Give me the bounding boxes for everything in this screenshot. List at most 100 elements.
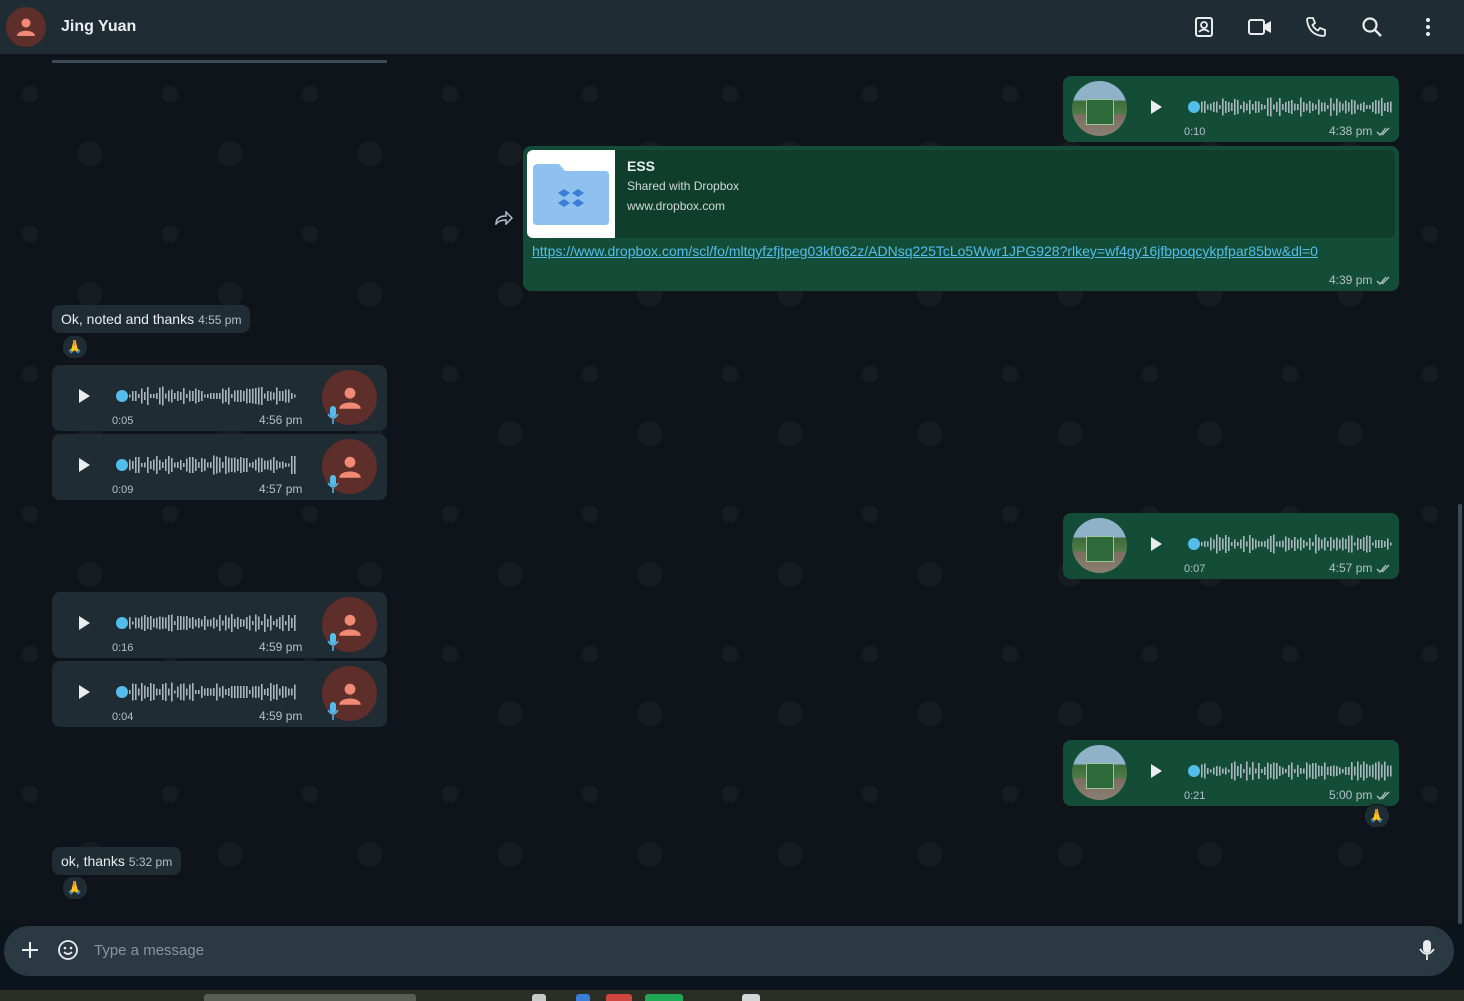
person-icon (17, 18, 35, 36)
progress-dot[interactable] (116, 686, 128, 698)
read-ticks-icon (1376, 276, 1390, 285)
link-preview-card[interactable]: ESS Shared with Dropbox www.dropbox.com (527, 150, 1395, 238)
person-icon (338, 683, 361, 705)
contacts-book-icon[interactable] (1176, 0, 1232, 54)
voice-duration: 0:21 (1184, 790, 1206, 802)
incoming-voice-message[interactable]: 0:09 4:57 pm (52, 434, 387, 500)
sender-avatar (1072, 81, 1127, 136)
scrollbar[interactable] (1458, 504, 1462, 924)
message-time: 5:00 pm (1329, 788, 1373, 802)
link-domain: www.dropbox.com (627, 199, 726, 213)
forward-icon[interactable] (495, 211, 513, 225)
waveform[interactable] (1201, 96, 1393, 118)
outgoing-voice-message[interactable]: 0:07 4:57 pm (1063, 513, 1399, 579)
incoming-text-message[interactable]: Ok, noted and thanks 4:55 pm (52, 305, 251, 333)
message-time: 4:39 pm (1329, 273, 1373, 287)
waveform[interactable] (1201, 760, 1393, 782)
voice-duration: 0:16 (112, 642, 134, 654)
chat-area[interactable]: 0:10 4:38 pm ESS Shared with Dropbox www… (0, 54, 1464, 924)
progress-dot[interactable] (116, 459, 128, 471)
mic-icon (327, 633, 339, 651)
play-icon (1151, 100, 1162, 114)
taskbar-app[interactable] (742, 994, 760, 1001)
mic-icon[interactable] (1419, 939, 1435, 961)
reaction-badge[interactable]: 🙏 (62, 335, 88, 359)
play-icon (79, 458, 90, 472)
waveform[interactable] (129, 681, 297, 703)
waveform[interactable] (129, 385, 297, 407)
play-button[interactable] (1149, 763, 1163, 779)
play-icon (1151, 537, 1162, 551)
play-button[interactable] (77, 684, 91, 700)
voice-duration: 0:10 (1184, 126, 1206, 138)
taskbar-search[interactable] (204, 994, 416, 1001)
sender-avatar (1072, 518, 1127, 573)
mic-icon (327, 702, 339, 720)
reaction-badge[interactable]: 🙏 (62, 876, 88, 900)
person-icon (338, 456, 361, 478)
video-call-icon[interactable] (1232, 0, 1288, 54)
composer-bar: Type a message (0, 924, 1464, 990)
link-thumbnail (527, 150, 615, 238)
sticker-emoji-icon[interactable] (57, 939, 79, 961)
play-icon (79, 685, 90, 699)
taskbar-app[interactable] (606, 994, 632, 1001)
play-button[interactable] (1149, 99, 1163, 115)
read-ticks-icon (1376, 564, 1390, 573)
progress-dot[interactable] (1188, 101, 1200, 113)
play-icon (79, 389, 90, 403)
search-icon[interactable] (1344, 0, 1400, 54)
message-time: 4:55 pm (198, 313, 242, 327)
voice-duration: 0:09 (112, 484, 134, 496)
dropbox-link[interactable]: https://www.dropbox.com/scl/fo/mltqyfzfj… (532, 243, 1318, 259)
incoming-voice-message[interactable]: 0:05 4:56 pm (52, 365, 387, 431)
waveform[interactable] (129, 612, 297, 634)
voice-call-icon[interactable] (1288, 0, 1344, 54)
message-composer[interactable]: Type a message (4, 926, 1454, 976)
play-button[interactable] (1149, 536, 1163, 552)
taskbar-app[interactable] (576, 994, 590, 1001)
reaction-badge[interactable]: 🙏 (1364, 804, 1390, 828)
message-time: 4:57 pm (259, 482, 303, 496)
outgoing-voice-message[interactable]: 0:10 4:38 pm (1063, 76, 1399, 142)
incoming-voice-message[interactable]: 0:04 4:59 pm (52, 661, 387, 727)
message-time: 4:57 pm (1329, 561, 1373, 575)
message-input[interactable]: Type a message (94, 942, 204, 959)
progress-dot[interactable] (116, 390, 128, 402)
play-button[interactable] (77, 615, 91, 631)
read-ticks-icon (1376, 791, 1390, 800)
link-subtitle: Shared with Dropbox (627, 179, 740, 193)
read-ticks-icon (1376, 127, 1390, 136)
contact-name[interactable]: Jing Yuan (61, 18, 136, 36)
waveform[interactable] (1201, 533, 1393, 555)
taskbar-app[interactable] (532, 994, 546, 1001)
chat-header: Jing Yuan (0, 0, 1464, 54)
progress-dot[interactable] (1188, 538, 1200, 550)
play-icon (1151, 764, 1162, 778)
incoming-voice-message[interactable]: 0:16 4:59 pm (52, 592, 387, 658)
message-time: 5:32 pm (128, 855, 173, 869)
outgoing-voice-message[interactable]: 0:21 5:00 pm (1063, 740, 1399, 806)
divider (52, 60, 387, 63)
attach-plus-icon[interactable] (19, 939, 41, 961)
waveform[interactable] (129, 454, 297, 476)
incoming-text-message[interactable]: ok, thanks 5:32 pm (52, 847, 182, 875)
message-time: 4:38 pm (1329, 124, 1373, 138)
progress-dot[interactable] (1188, 765, 1200, 777)
contact-avatar[interactable] (6, 7, 46, 47)
person-icon (338, 387, 361, 409)
mic-icon (327, 406, 339, 424)
taskbar-app[interactable] (645, 994, 683, 1001)
message-time: 4:56 pm (259, 413, 303, 427)
message-text: ok, thanks (61, 853, 125, 869)
play-button[interactable] (77, 388, 91, 404)
more-options-icon[interactable] (1400, 0, 1456, 54)
link-title: ESS (627, 158, 656, 174)
outgoing-link-message[interactable]: ESS Shared with Dropbox www.dropbox.com … (523, 146, 1399, 291)
play-icon (79, 616, 90, 630)
sender-avatar (1072, 745, 1127, 800)
progress-dot[interactable] (116, 617, 128, 629)
dropbox-folder-icon (533, 164, 609, 225)
voice-duration: 0:05 (112, 415, 134, 427)
play-button[interactable] (77, 457, 91, 473)
